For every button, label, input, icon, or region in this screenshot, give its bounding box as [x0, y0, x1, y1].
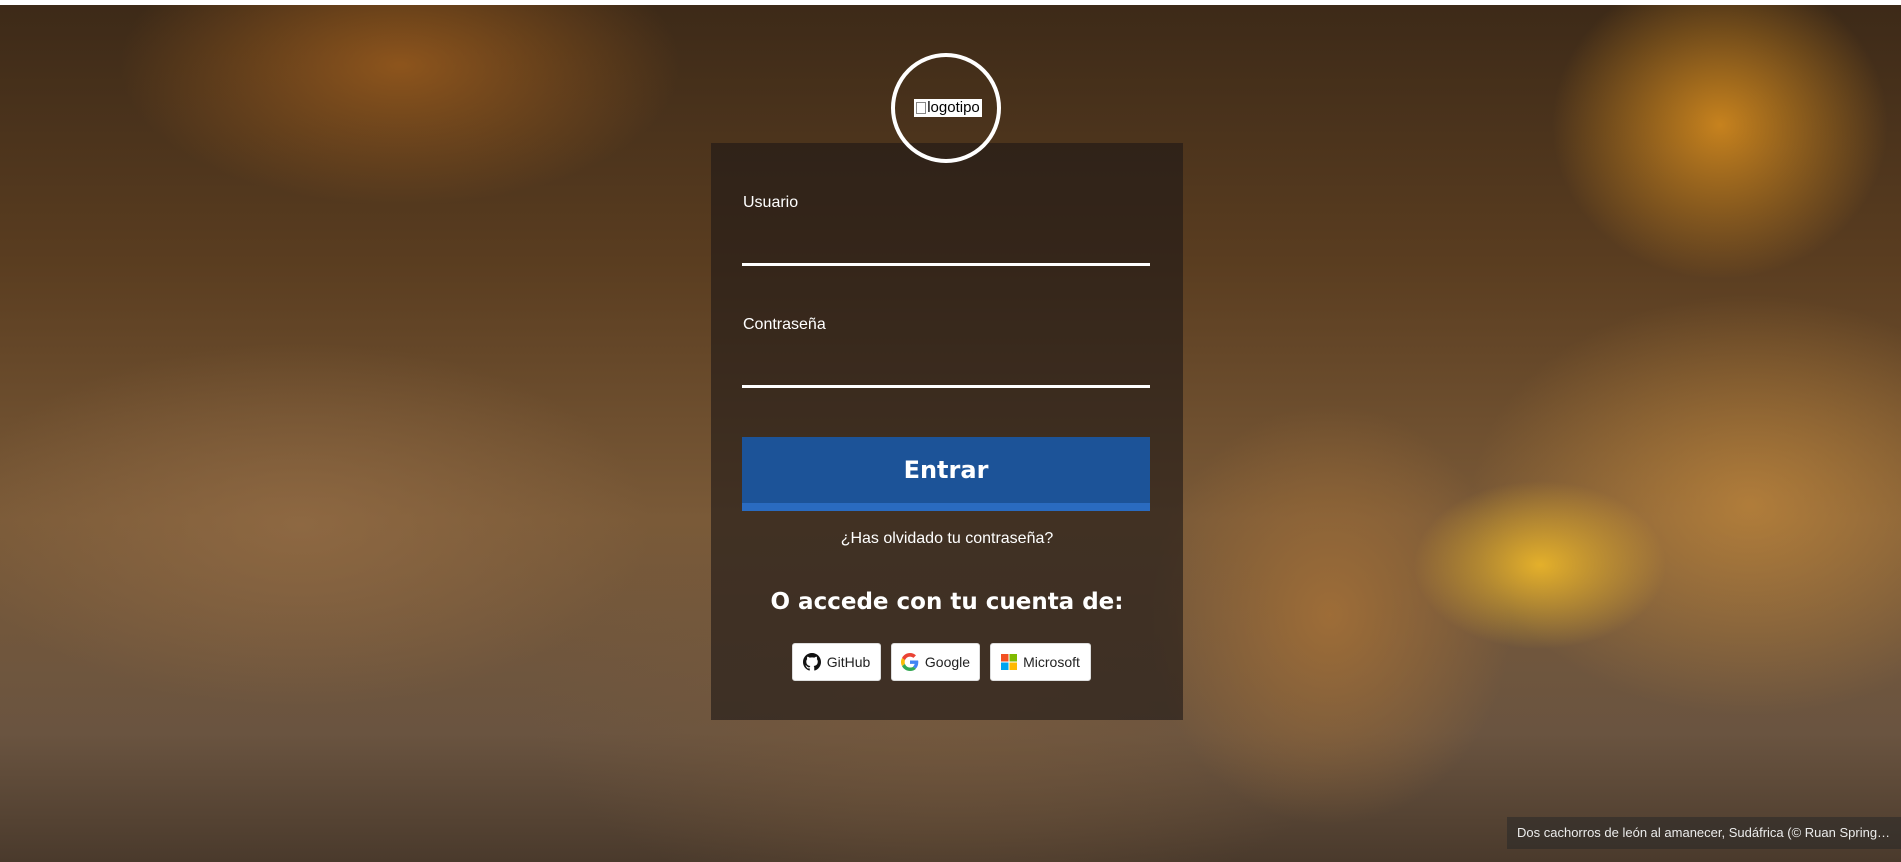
- login-panel: [711, 143, 1183, 720]
- social-login-heading: O accede con tu cuenta de:: [770, 589, 1124, 615]
- photo-caption[interactable]: Dos cachorros de león al amanecer, Sudáf…: [1507, 817, 1901, 849]
- username-label: Usuario: [743, 194, 799, 211]
- github-label: GitHub: [826, 654, 871, 670]
- login-button[interactable]: Entrar: [742, 437, 1150, 511]
- microsoft-login-button[interactable]: Microsoft: [990, 643, 1091, 681]
- logo-image: logotipo: [914, 99, 982, 117]
- github-login-button[interactable]: GitHub: [792, 643, 881, 681]
- logo-container: logotipo: [891, 53, 1001, 163]
- google-icon: [900, 653, 919, 671]
- logo-alt-text: logotipo: [927, 99, 980, 116]
- google-login-button[interactable]: Google: [891, 643, 980, 681]
- google-label: Google: [924, 654, 971, 670]
- forgot-password-link[interactable]: ¿Has olvidado tu contraseña?: [711, 530, 1183, 548]
- password-input[interactable]: [742, 354, 1150, 388]
- username-input[interactable]: [742, 232, 1150, 266]
- microsoft-icon: [1001, 654, 1018, 670]
- microsoft-label: Microsoft: [1023, 654, 1080, 670]
- github-icon: [802, 653, 821, 671]
- password-label: Contraseña: [743, 316, 826, 333]
- broken-image-icon: [916, 102, 927, 114]
